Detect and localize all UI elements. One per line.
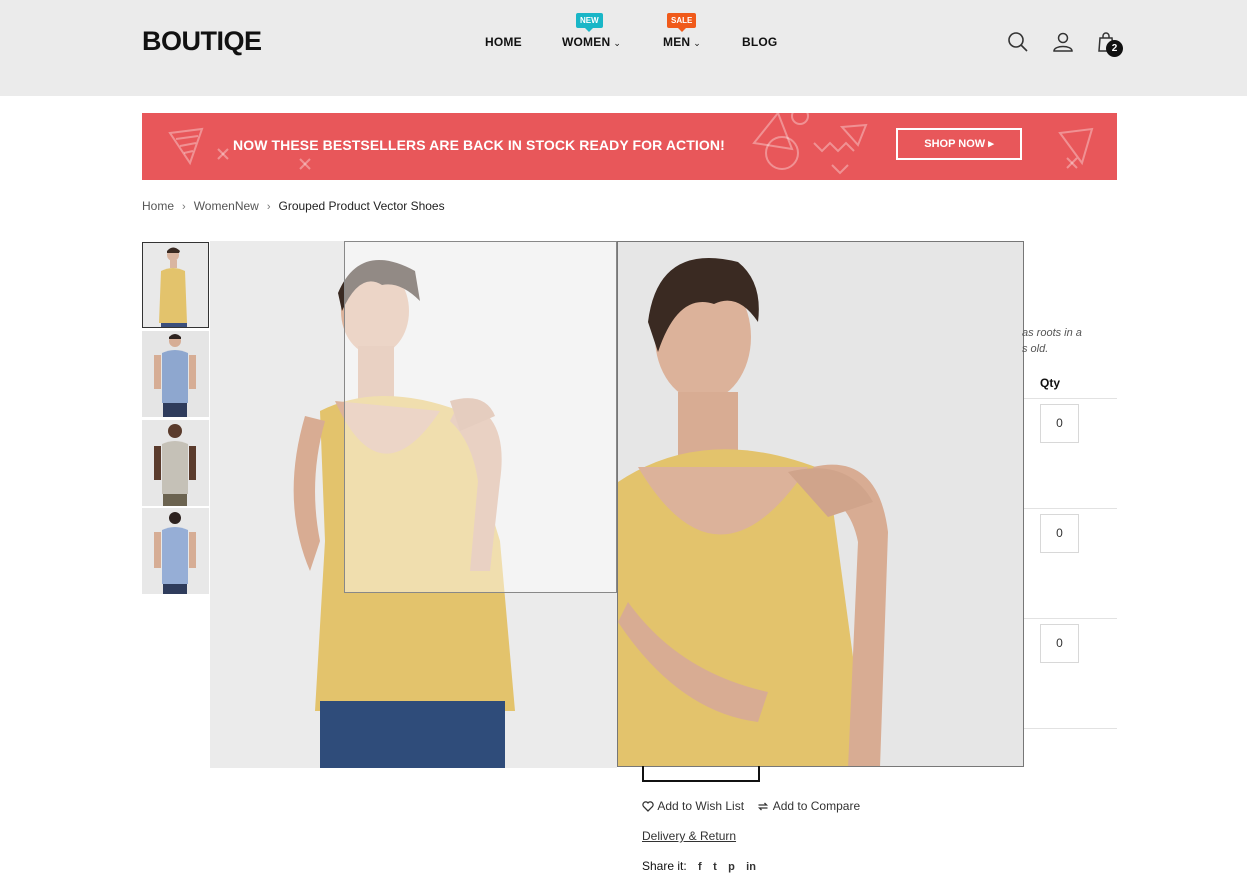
cart-count-badge: 2 [1106, 40, 1123, 57]
description-line: as roots in a [1022, 327, 1082, 339]
breadcrumb-separator: › [182, 201, 186, 213]
delivery-return-link[interactable]: Delivery & Return [642, 829, 736, 843]
sale-badge: SALE [667, 13, 697, 32]
model-yellow-tank-zoom-image [618, 242, 1023, 766]
chevron-down-icon: ⌄ [613, 38, 622, 48]
linkedin-icon[interactable]: in [746, 861, 756, 873]
breadcrumb-current: Grouped Product Vector Shoes [278, 199, 445, 213]
table-divider [1024, 398, 1117, 399]
heart-icon [642, 801, 654, 812]
product-description: as roots in a s old. [1022, 325, 1082, 357]
promo-text: NOW THESE BESTSELLERS ARE BACK IN STOCK … [233, 137, 725, 153]
compare-link[interactable]: Add to Compare [757, 798, 860, 813]
breadcrumb: Home › WomenNew › Grouped Product Vector Sho… [142, 199, 445, 213]
model-blue-tank-image [142, 331, 209, 417]
chevron-down-icon: ⌄ [693, 38, 702, 48]
qty-column-header: Qty [1040, 376, 1061, 390]
model-yellow-tank-image [143, 243, 208, 327]
facebook-icon[interactable]: f [698, 861, 702, 873]
model-grey-tank-image [142, 420, 209, 506]
breadcrumb-category[interactable]: WomenNew [194, 199, 259, 213]
quantity-input[interactable]: 0 [1040, 624, 1079, 663]
compare-icon [758, 802, 769, 811]
nav-men[interactable]: MEN ⌄ [663, 35, 701, 49]
table-divider [1024, 618, 1117, 619]
product-thumbnail[interactable] [142, 242, 209, 328]
product-actions: Add to Wish List Add to Compare [642, 798, 870, 813]
product-thumbnail[interactable] [142, 420, 209, 506]
share-label: Share it: [642, 859, 687, 873]
search-icon[interactable] [1006, 30, 1030, 54]
twitter-icon[interactable]: t [713, 861, 717, 873]
table-divider [1024, 508, 1117, 509]
new-badge: NEW [576, 13, 603, 32]
promo-banner: NOW THESE BESTSELLERS ARE BACK IN STOCK … [142, 113, 1117, 180]
wishlist-link[interactable]: Add to Wish List [642, 798, 744, 813]
compare-label: Add to Compare [772, 799, 861, 814]
product-thumbnail[interactable] [142, 508, 209, 594]
nav-home[interactable]: HOME [485, 35, 522, 49]
share-row: Share it: f t p in [642, 859, 756, 873]
nav-women[interactable]: WOMEN ⌄ [562, 35, 621, 49]
product-thumbnail[interactable] [142, 331, 209, 417]
table-divider [1024, 728, 1117, 729]
quantity-input[interactable]: 0 [1040, 404, 1079, 443]
site-logo[interactable]: BOUTIQE [142, 26, 262, 57]
shop-now-button[interactable]: SHOP NOW ▸ [896, 128, 1022, 160]
pinterest-icon[interactable]: p [728, 861, 735, 873]
wishlist-label: Add to Wish List [657, 799, 745, 814]
model-blue-tank-back-image [142, 508, 209, 594]
add-to-cart-button[interactable] [642, 766, 760, 782]
site-header: BOUTIQE HOME NEW WOMEN ⌄ SALE MEN ⌄ BLOG 2 [0, 0, 1247, 96]
quantity-input[interactable]: 0 [1040, 514, 1079, 553]
breadcrumb-home[interactable]: Home [142, 199, 174, 213]
zoom-preview [617, 241, 1024, 767]
nav-blog[interactable]: BLOG [742, 35, 777, 49]
description-line: s old. [1022, 343, 1049, 355]
breadcrumb-separator: › [266, 201, 271, 213]
zoom-lens[interactable] [344, 241, 617, 593]
user-icon[interactable] [1051, 30, 1075, 54]
